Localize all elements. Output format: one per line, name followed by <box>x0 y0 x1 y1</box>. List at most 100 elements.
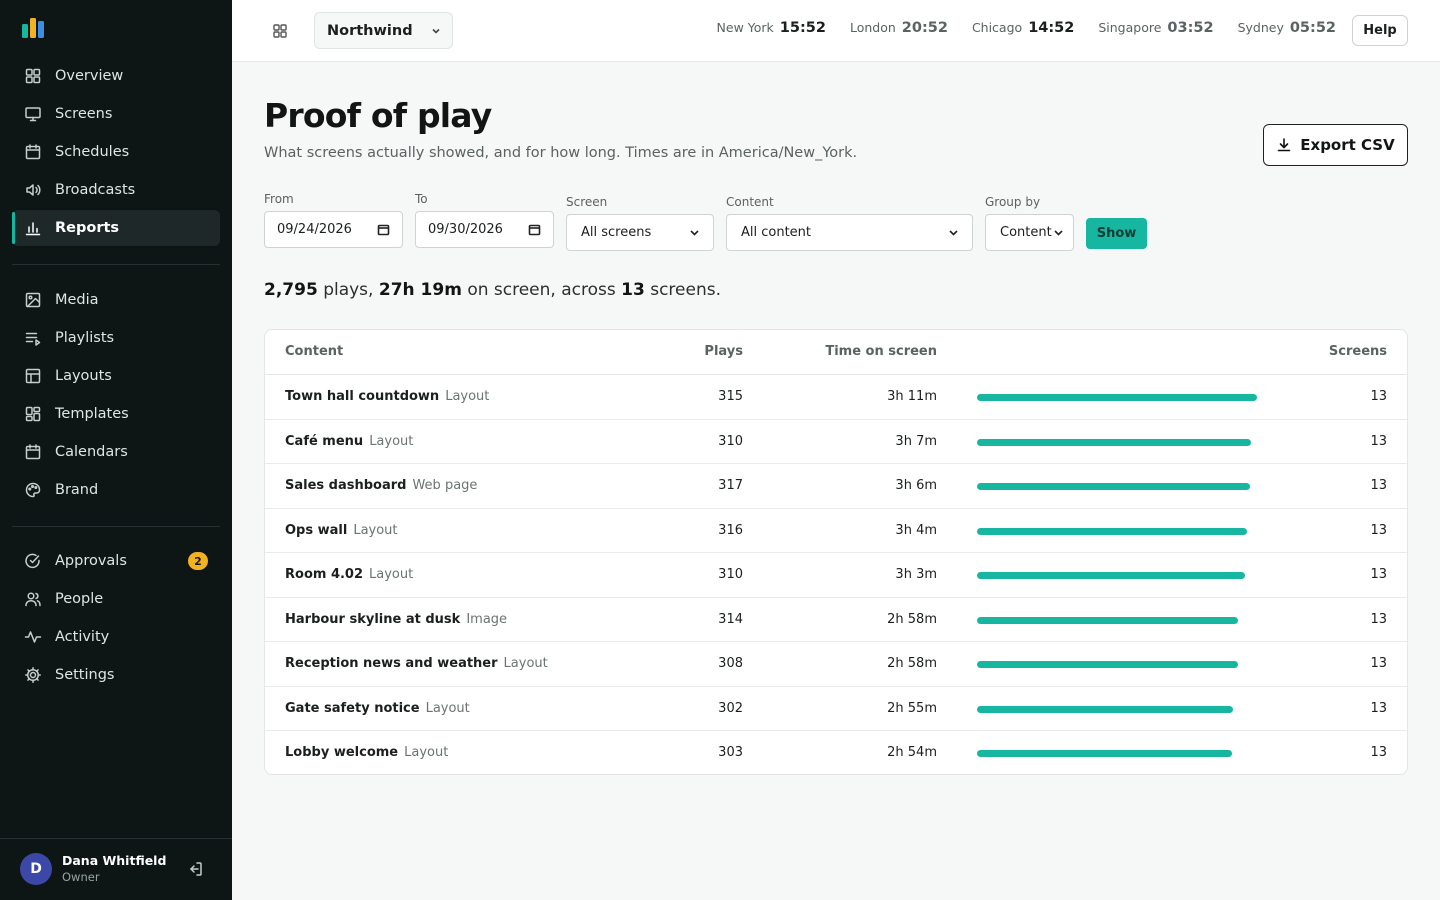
content-name[interactable]: Reception news and weather <box>285 656 498 671</box>
group-by-value: Content <box>1000 225 1052 240</box>
sidebar-item-templates[interactable]: Templates <box>12 396 220 432</box>
sidebar-item-settings[interactable]: Settings <box>12 657 220 693</box>
screen-select-value: All screens <box>581 225 652 240</box>
sidebar-item-screens[interactable]: Screens <box>12 96 220 132</box>
content-type: Layout <box>425 700 470 716</box>
content-name[interactable]: Gate safety notice <box>285 701 420 716</box>
table-row[interactable]: Room 4.02 Layout 310 3h 3m 13 <box>265 553 1407 598</box>
content-cell: Gate safety notice Layout <box>285 701 470 716</box>
page-title: Proof of play <box>264 96 492 135</box>
table-row[interactable]: Café menu Layout 310 3h 7m 13 <box>265 420 1407 464</box>
time-cell: 2h 58m <box>887 611 937 627</box>
content-select[interactable]: All content <box>726 214 973 251</box>
sidebar-item-label: Layouts <box>55 368 112 384</box>
table-row[interactable]: Ops wall Layout 316 3h 4m 13 <box>265 509 1407 553</box>
activity-icon <box>24 628 42 646</box>
sidebar-item-label: Settings <box>55 667 115 683</box>
content-name[interactable]: Town hall countdown <box>285 389 439 404</box>
org-switcher[interactable]: Northwind <box>314 12 453 49</box>
clock-city: Sydney <box>1237 20 1284 35</box>
time-cell: 2h 55m <box>887 700 937 716</box>
table-row[interactable]: Harbour skyline at dusk Image 314 2h 58m 13 <box>265 598 1407 642</box>
screens-cell: 13 <box>1370 745 1387 760</box>
sidebar-item-playlists[interactable]: Playlists <box>12 320 220 356</box>
content-name[interactable]: Ops wall <box>285 523 347 538</box>
export-csv-button[interactable]: Export CSV <box>1263 124 1408 166</box>
clock-chicago: Chicago 14:52 <box>972 20 1074 36</box>
table-row[interactable]: Lobby welcome Layout 303 2h 54m 13 <box>265 731 1407 774</box>
sidebar-item-broadcasts[interactable]: Broadcasts <box>12 172 220 208</box>
time-cell: 2h 54m <box>887 745 937 760</box>
sidebar-item-layouts[interactable]: Layouts <box>12 358 220 394</box>
time-share-bar <box>977 661 1238 668</box>
avatar[interactable]: D <box>20 853 52 885</box>
sidebar-item-label: Broadcasts <box>55 182 136 198</box>
table-row[interactable]: Sales dashboard Web page 317 3h 6m 13 <box>265 464 1407 509</box>
header-content[interactable]: Content <box>285 344 343 359</box>
screens-cell: 13 <box>1370 522 1387 538</box>
clock-city: Chicago <box>971 20 1023 35</box>
sidebar-item-label: Brand <box>55 482 99 498</box>
sidebar-item-brand[interactable]: Brand <box>12 472 220 508</box>
user-name: Dana Whitfield <box>62 853 167 868</box>
content-name[interactable]: Sales dashboard <box>285 478 406 493</box>
sidebar-item-approvals[interactable]: Approvals 2 <box>12 543 220 579</box>
from-date-input[interactable]: 09/24/2026 <box>264 211 403 248</box>
content-type: Layout <box>369 433 414 449</box>
screen-select[interactable]: All screens <box>566 214 714 251</box>
sidebar-nav-group: Approvals 2 People Activity Settings <box>12 543 220 695</box>
plays-cell: 310 <box>718 433 743 449</box>
clock-time: 14:52 <box>1028 20 1075 36</box>
logout-icon[interactable] <box>186 860 204 878</box>
content-name[interactable]: Room 4.02 <box>285 567 363 582</box>
to-date-input[interactable]: 09/30/2026 <box>415 211 554 248</box>
chevron-down-icon <box>947 226 960 239</box>
apps-grid-icon[interactable] <box>270 21 290 41</box>
to-label: To <box>415 192 428 206</box>
screens-cell: 13 <box>1370 478 1387 493</box>
palette-icon <box>24 481 42 499</box>
sidebar-item-media[interactable]: Media <box>12 282 220 318</box>
sidebar-item-reports[interactable]: Reports <box>12 210 220 246</box>
header-time[interactable]: Time on screen <box>785 344 937 359</box>
content-cell: Reception news and weather Layout <box>285 656 548 671</box>
time-cell: 3h 3m <box>895 567 937 582</box>
table-row[interactable]: Reception news and weather Layout 308 2h 58… <box>265 642 1407 687</box>
content-select-value: All content <box>741 225 812 240</box>
sidebar-item-label: Activity <box>55 629 110 645</box>
content-name[interactable]: Harbour skyline at dusk <box>285 612 460 627</box>
to-date-value: 09/30/2026 <box>428 222 503 237</box>
header-screens[interactable]: Screens <box>1265 344 1387 359</box>
proof-of-play-table: Content Plays Time on screen Screens Tow… <box>264 329 1408 775</box>
content-name[interactable]: Café menu <box>285 434 363 449</box>
sidebar-item-calendars[interactable]: Calendars <box>12 434 220 470</box>
sidebar-item-label: Schedules <box>55 144 130 160</box>
header-plays[interactable]: Plays <box>665 344 743 359</box>
approvals-count-badge: 2 <box>188 552 208 570</box>
bar-chart-icon <box>24 219 42 237</box>
sidebar-item-schedules[interactable]: Schedules <box>12 134 220 170</box>
content-type: Layout <box>445 389 490 404</box>
group-by-select[interactable]: Content <box>985 214 1074 251</box>
user-role: Owner <box>62 870 100 884</box>
table-header: Content Plays Time on screen Screens <box>265 330 1407 375</box>
table-row[interactable]: Gate safety notice Layout 302 2h 55m 13 <box>265 687 1407 731</box>
sidebar-item-activity[interactable]: Activity <box>12 619 220 655</box>
content-name[interactable]: Lobby welcome <box>285 745 398 760</box>
table-row[interactable]: Town hall countdown Layout 315 3h 11m 13 <box>265 375 1407 420</box>
content-cell: Room 4.02 Layout <box>285 567 413 582</box>
screens-cell: 13 <box>1370 567 1387 582</box>
world-clocks: New York 15:52 London 20:52 Chicago 14:52 Sing… <box>693 20 1336 36</box>
summary-time-word: on screen, across <box>467 280 616 300</box>
from-label: From <box>264 192 294 206</box>
content-type: Layout <box>353 522 398 538</box>
sidebar-item-people[interactable]: People <box>12 581 220 617</box>
summary-screens-word: screens. <box>650 280 721 300</box>
sidebar-item-label: Screens <box>55 106 113 122</box>
sidebar-item-overview[interactable]: Overview <box>12 58 220 94</box>
time-cell: 3h 11m <box>887 389 937 404</box>
show-button[interactable]: Show <box>1086 218 1147 249</box>
help-button[interactable]: Help <box>1352 15 1408 46</box>
templates-icon <box>24 405 42 423</box>
brand-logo[interactable] <box>22 18 52 38</box>
